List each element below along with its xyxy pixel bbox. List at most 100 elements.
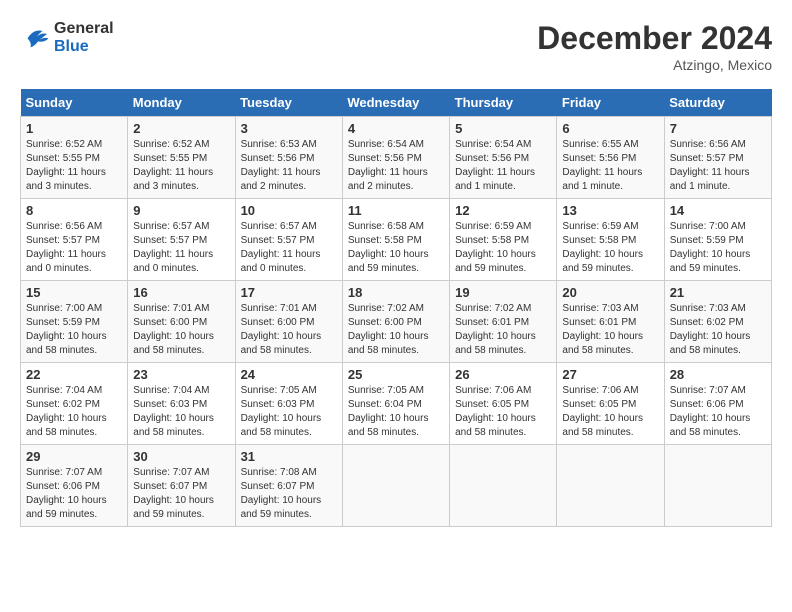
day-info: Sunrise: 7:04 AMSunset: 6:02 PMDaylight:… (26, 385, 107, 438)
day-number: 13 (562, 203, 658, 218)
day-info: Sunrise: 6:55 AMSunset: 5:56 PMDaylight:… (562, 139, 642, 192)
day-info: Sunrise: 6:56 AMSunset: 5:57 PMDaylight:… (670, 139, 750, 192)
day-info: Sunrise: 7:03 AMSunset: 6:02 PMDaylight:… (670, 303, 751, 356)
table-cell (450, 445, 557, 527)
day-number: 21 (670, 285, 766, 300)
day-number: 17 (241, 285, 337, 300)
day-info: Sunrise: 6:59 AMSunset: 5:58 PMDaylight:… (455, 221, 536, 274)
day-number: 6 (562, 121, 658, 136)
table-cell: 31 Sunrise: 7:08 AMSunset: 6:07 PMDaylig… (235, 445, 342, 527)
week-row-4: 22 Sunrise: 7:04 AMSunset: 6:02 PMDaylig… (21, 363, 772, 445)
day-number: 30 (133, 449, 229, 464)
table-cell: 12 Sunrise: 6:59 AMSunset: 5:58 PMDaylig… (450, 199, 557, 281)
day-info: Sunrise: 7:01 AMSunset: 6:00 PMDaylight:… (241, 303, 322, 356)
day-info: Sunrise: 7:08 AMSunset: 6:07 PMDaylight:… (241, 467, 322, 520)
day-info: Sunrise: 6:57 AMSunset: 5:57 PMDaylight:… (241, 221, 321, 274)
day-number: 26 (455, 367, 551, 382)
day-number: 22 (26, 367, 122, 382)
table-cell: 8 Sunrise: 6:56 AMSunset: 5:57 PMDayligh… (21, 199, 128, 281)
day-number: 31 (241, 449, 337, 464)
day-info: Sunrise: 7:01 AMSunset: 6:00 PMDaylight:… (133, 303, 214, 356)
table-cell: 23 Sunrise: 7:04 AMSunset: 6:03 PMDaylig… (128, 363, 235, 445)
day-info: Sunrise: 6:53 AMSunset: 5:56 PMDaylight:… (241, 139, 321, 192)
weekday-header-row: Sunday Monday Tuesday Wednesday Thursday… (21, 89, 772, 117)
table-cell: 6 Sunrise: 6:55 AMSunset: 5:56 PMDayligh… (557, 117, 664, 199)
day-number: 28 (670, 367, 766, 382)
day-info: Sunrise: 7:03 AMSunset: 6:01 PMDaylight:… (562, 303, 643, 356)
table-cell: 19 Sunrise: 7:02 AMSunset: 6:01 PMDaylig… (450, 281, 557, 363)
day-number: 23 (133, 367, 229, 382)
table-cell: 20 Sunrise: 7:03 AMSunset: 6:01 PMDaylig… (557, 281, 664, 363)
table-cell (342, 445, 449, 527)
month-title: December 2024 (537, 20, 772, 57)
header-saturday: Saturday (664, 89, 771, 117)
day-number: 24 (241, 367, 337, 382)
day-number: 18 (348, 285, 444, 300)
day-info: Sunrise: 7:02 AMSunset: 6:00 PMDaylight:… (348, 303, 429, 356)
day-info: Sunrise: 7:06 AMSunset: 6:05 PMDaylight:… (455, 385, 536, 438)
table-cell: 5 Sunrise: 6:54 AMSunset: 5:56 PMDayligh… (450, 117, 557, 199)
table-cell: 26 Sunrise: 7:06 AMSunset: 6:05 PMDaylig… (450, 363, 557, 445)
day-info: Sunrise: 7:00 AMSunset: 5:59 PMDaylight:… (670, 221, 751, 274)
table-cell: 14 Sunrise: 7:00 AMSunset: 5:59 PMDaylig… (664, 199, 771, 281)
table-cell: 27 Sunrise: 7:06 AMSunset: 6:05 PMDaylig… (557, 363, 664, 445)
day-number: 20 (562, 285, 658, 300)
header-monday: Monday (128, 89, 235, 117)
day-number: 12 (455, 203, 551, 218)
table-cell: 24 Sunrise: 7:05 AMSunset: 6:03 PMDaylig… (235, 363, 342, 445)
day-info: Sunrise: 6:52 AMSunset: 5:55 PMDaylight:… (133, 139, 213, 192)
table-cell: 9 Sunrise: 6:57 AMSunset: 5:57 PMDayligh… (128, 199, 235, 281)
day-info: Sunrise: 6:56 AMSunset: 5:57 PMDaylight:… (26, 221, 106, 274)
table-cell: 25 Sunrise: 7:05 AMSunset: 6:04 PMDaylig… (342, 363, 449, 445)
table-cell: 30 Sunrise: 7:07 AMSunset: 6:07 PMDaylig… (128, 445, 235, 527)
day-number: 5 (455, 121, 551, 136)
day-number: 4 (348, 121, 444, 136)
header-tuesday: Tuesday (235, 89, 342, 117)
day-number: 16 (133, 285, 229, 300)
logo-icon (20, 24, 50, 52)
table-cell: 13 Sunrise: 6:59 AMSunset: 5:58 PMDaylig… (557, 199, 664, 281)
day-number: 15 (26, 285, 122, 300)
table-cell: 29 Sunrise: 7:07 AMSunset: 6:06 PMDaylig… (21, 445, 128, 527)
table-cell: 18 Sunrise: 7:02 AMSunset: 6:00 PMDaylig… (342, 281, 449, 363)
header-thursday: Thursday (450, 89, 557, 117)
table-cell: 7 Sunrise: 6:56 AMSunset: 5:57 PMDayligh… (664, 117, 771, 199)
page-header: General Blue December 2024 Atzingo, Mexi… (20, 20, 772, 73)
day-number: 11 (348, 203, 444, 218)
table-cell: 17 Sunrise: 7:01 AMSunset: 6:00 PMDaylig… (235, 281, 342, 363)
logo: General Blue (20, 20, 114, 56)
day-info: Sunrise: 6:58 AMSunset: 5:58 PMDaylight:… (348, 221, 429, 274)
table-cell (664, 445, 771, 527)
day-info: Sunrise: 7:02 AMSunset: 6:01 PMDaylight:… (455, 303, 536, 356)
table-cell: 2 Sunrise: 6:52 AMSunset: 5:55 PMDayligh… (128, 117, 235, 199)
table-cell: 15 Sunrise: 7:00 AMSunset: 5:59 PMDaylig… (21, 281, 128, 363)
location: Atzingo, Mexico (537, 57, 772, 73)
day-number: 19 (455, 285, 551, 300)
table-cell: 1 Sunrise: 6:52 AMSunset: 5:55 PMDayligh… (21, 117, 128, 199)
day-number: 10 (241, 203, 337, 218)
week-row-5: 29 Sunrise: 7:07 AMSunset: 6:06 PMDaylig… (21, 445, 772, 527)
day-number: 27 (562, 367, 658, 382)
day-info: Sunrise: 6:54 AMSunset: 5:56 PMDaylight:… (348, 139, 428, 192)
day-number: 3 (241, 121, 337, 136)
header-friday: Friday (557, 89, 664, 117)
table-cell: 3 Sunrise: 6:53 AMSunset: 5:56 PMDayligh… (235, 117, 342, 199)
day-info: Sunrise: 7:06 AMSunset: 6:05 PMDaylight:… (562, 385, 643, 438)
table-cell: 10 Sunrise: 6:57 AMSunset: 5:57 PMDaylig… (235, 199, 342, 281)
day-info: Sunrise: 7:07 AMSunset: 6:07 PMDaylight:… (133, 467, 214, 520)
table-cell: 16 Sunrise: 7:01 AMSunset: 6:00 PMDaylig… (128, 281, 235, 363)
day-info: Sunrise: 6:57 AMSunset: 5:57 PMDaylight:… (133, 221, 213, 274)
day-info: Sunrise: 7:00 AMSunset: 5:59 PMDaylight:… (26, 303, 107, 356)
day-info: Sunrise: 7:05 AMSunset: 6:04 PMDaylight:… (348, 385, 429, 438)
day-number: 7 (670, 121, 766, 136)
header-sunday: Sunday (21, 89, 128, 117)
table-cell: 22 Sunrise: 7:04 AMSunset: 6:02 PMDaylig… (21, 363, 128, 445)
calendar-table: Sunday Monday Tuesday Wednesday Thursday… (20, 89, 772, 527)
day-info: Sunrise: 6:59 AMSunset: 5:58 PMDaylight:… (562, 221, 643, 274)
week-row-1: 1 Sunrise: 6:52 AMSunset: 5:55 PMDayligh… (21, 117, 772, 199)
table-cell: 28 Sunrise: 7:07 AMSunset: 6:06 PMDaylig… (664, 363, 771, 445)
day-info: Sunrise: 7:05 AMSunset: 6:03 PMDaylight:… (241, 385, 322, 438)
logo-text: General Blue (54, 20, 114, 56)
day-number: 1 (26, 121, 122, 136)
day-number: 25 (348, 367, 444, 382)
